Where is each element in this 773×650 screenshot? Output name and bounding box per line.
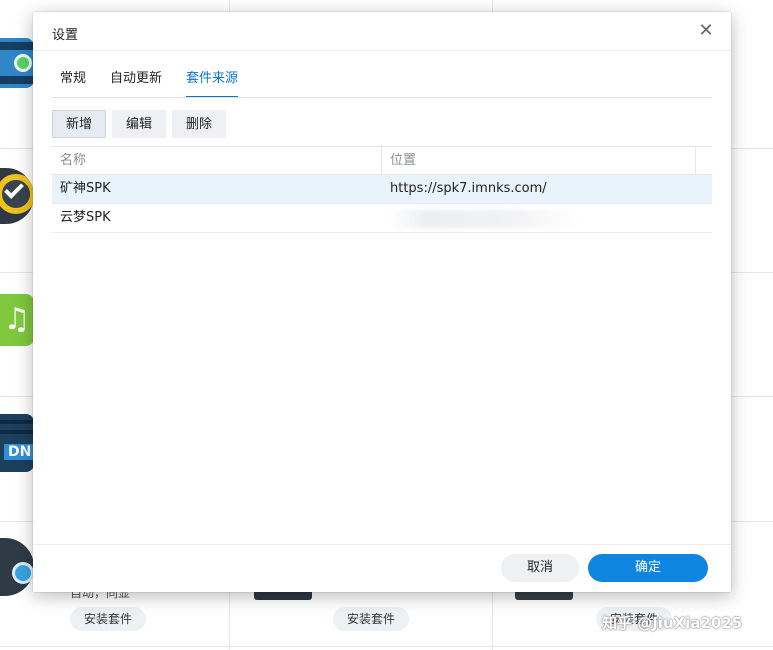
tab-general[interactable]: 常规: [60, 70, 86, 98]
ok-button[interactable]: 确定: [588, 554, 708, 582]
toolbar: 新增 编辑 删除: [52, 110, 227, 138]
tab-package-sources[interactable]: 套件来源: [186, 70, 239, 98]
title-divider: [33, 50, 731, 51]
column-header-name[interactable]: 名称: [52, 147, 382, 174]
install-package-button[interactable]: 安装套件: [333, 607, 410, 631]
network-icon[interactable]: [0, 538, 34, 596]
clock-check-icon[interactable]: [0, 168, 34, 224]
tab-bar: 常规 自动更新 套件来源: [60, 70, 239, 98]
dns-server-icon[interactable]: DN: [0, 414, 34, 472]
table-row[interactable]: 矿神SPK https://spk7.imnks.com/: [52, 175, 712, 204]
source-location-blurred: [382, 204, 712, 232]
table-header: 名称 位置: [52, 146, 712, 175]
source-name: 云梦SPK: [60, 210, 111, 225]
dialog-title: 设置: [52, 28, 79, 43]
tab-divider: [52, 97, 712, 98]
grid-divider: [0, 646, 773, 647]
delete-button[interactable]: 删除: [172, 110, 227, 138]
package-sources-table: 名称 位置 矿神SPK https://spk7.imnks.com/ 云梦SP…: [52, 146, 712, 233]
column-header-location[interactable]: 位置: [382, 147, 696, 174]
tab-auto-update[interactable]: 自动更新: [110, 70, 162, 98]
source-name: 矿神SPK: [60, 181, 111, 196]
footer-divider: [33, 544, 731, 545]
music-icon[interactable]: ♫: [0, 294, 34, 346]
install-package-button[interactable]: 安装套件: [70, 607, 147, 631]
source-location: https://spk7.imnks.com/: [390, 181, 547, 196]
video-station-icon[interactable]: [0, 38, 34, 88]
table-row[interactable]: 云梦SPK: [52, 204, 712, 233]
edit-button[interactable]: 编辑: [112, 110, 167, 138]
watermark: 知乎 @JiuXia2025: [602, 614, 743, 632]
settings-dialog: 设置 ✕ 常规 自动更新 套件来源 新增 编辑 删除 名称 位置 矿神SPK h…: [33, 12, 731, 592]
add-button[interactable]: 新增: [52, 110, 107, 138]
cancel-button[interactable]: 取消: [501, 554, 579, 582]
close-icon[interactable]: ✕: [697, 22, 715, 40]
